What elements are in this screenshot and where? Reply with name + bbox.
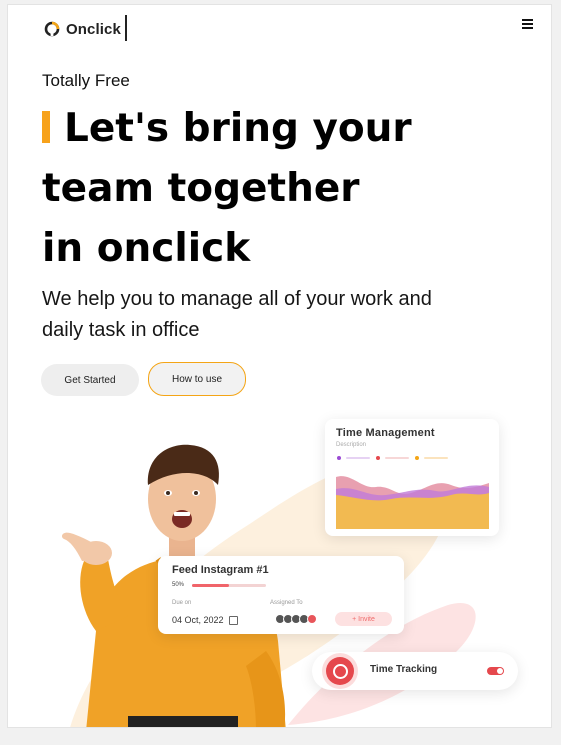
due-date-value: 04 Oct, 2022: [172, 615, 224, 625]
invite-button[interactable]: + Invite: [335, 612, 392, 626]
landing-page: Onclick Totally Free Let's bring your te…: [7, 4, 552, 728]
get-started-button[interactable]: Get Started: [41, 364, 139, 396]
logo[interactable]: Onclick: [44, 17, 121, 41]
hero-title-line-2: team together: [42, 166, 360, 211]
time-management-area-chart: [336, 476, 489, 529]
due-label: Due on: [172, 600, 192, 606]
hero-title-line-1: Let's bring your: [64, 106, 412, 151]
hamburger-menu-icon[interactable]: [522, 19, 533, 29]
feed-task-card: Feed Instagram #1 50% Due on Assigned To…: [158, 556, 404, 634]
logo-text: Onclick: [66, 20, 121, 38]
hero-subtitle: We help you to manage all of your work a…: [42, 288, 432, 341]
how-to-use-button[interactable]: How to use: [148, 362, 246, 396]
calendar-icon: [228, 615, 238, 625]
feed-progress-fill: [192, 584, 229, 587]
time-tracking-toggle[interactable]: [487, 667, 504, 675]
assigned-label: Assigned To: [270, 600, 303, 606]
time-management-description: Description: [336, 442, 367, 448]
assignee-avatars: [275, 614, 317, 624]
hero-title: Let's bring your team together in onclic…: [42, 99, 442, 279]
title-accent-bar: [42, 111, 50, 143]
time-management-card: Time Management Description: [325, 419, 499, 536]
time-management-title: Time Management: [336, 427, 435, 439]
feed-task-title: Feed Instagram #1: [172, 564, 269, 576]
header-divider: [125, 15, 127, 41]
onclick-logo-icon: [44, 21, 60, 37]
time-tracking-card: Time Tracking: [312, 652, 518, 690]
due-date: 04 Oct, 2022: [172, 611, 238, 629]
chart-legend: [337, 456, 448, 460]
avatar: [307, 614, 317, 624]
time-tracking-label: Time Tracking: [370, 664, 438, 675]
clock-icon: [326, 657, 354, 685]
feed-progress-label: 50%: [172, 582, 185, 588]
hero-title-line-3: in onclick: [42, 226, 251, 271]
feed-progress-bar: [192, 584, 266, 587]
hero-eyebrow: Totally Free: [42, 71, 130, 90]
